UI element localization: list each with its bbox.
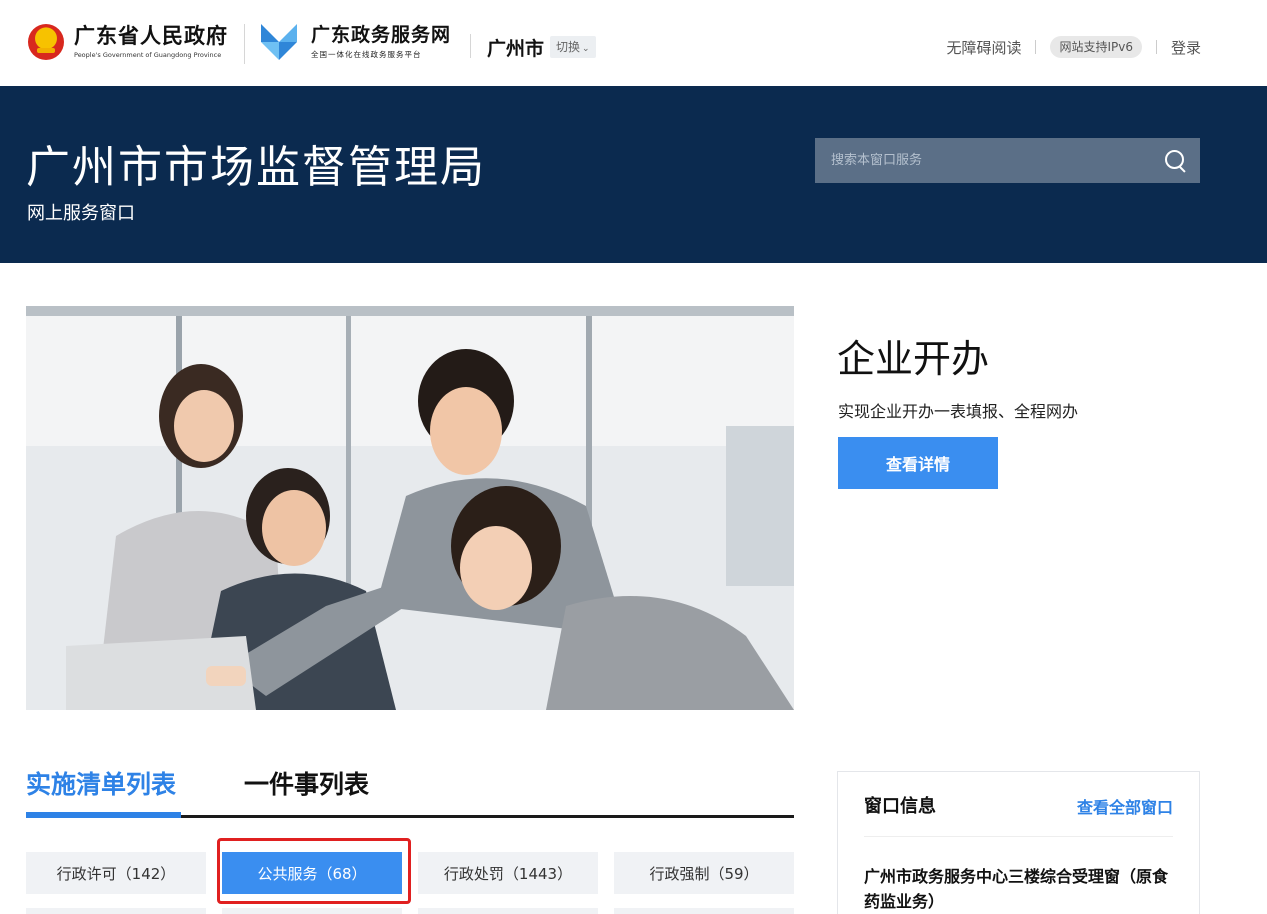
divider <box>244 24 245 64</box>
divider <box>1155 40 1157 54</box>
category-admin-penalty[interactable]: 行政处罚（1443） <box>418 852 598 894</box>
search-input[interactable] <box>815 138 1164 183</box>
divider <box>470 34 471 58</box>
office-team-photo <box>26 306 794 710</box>
window-search <box>815 138 1200 183</box>
category-row-partial <box>418 908 598 914</box>
platform-title: 广东政务服务网 <box>311 23 452 46</box>
tab-one-thing-list[interactable]: 一件事列表 <box>244 768 369 802</box>
top-links: 无障碍阅读 网站支持IPv6 登录 <box>946 36 1201 58</box>
org-title: 广州市市场监督管理局 <box>26 142 486 193</box>
divider <box>864 836 1173 837</box>
hero-description: 实现企业开办一表填报、全程网办 <box>838 402 1079 421</box>
hero-title: 企业开办 <box>837 337 990 381</box>
active-tab-indicator <box>26 812 181 818</box>
window-list-item[interactable]: 广州市政务服务中心三楼综合受理窗（原食药监业务） <box>864 864 1177 914</box>
city-name: 广州市 <box>487 38 545 60</box>
gov-emblem-icon <box>28 24 64 60</box>
chevron-down-icon: ⌄ <box>582 44 590 54</box>
city-switch-button[interactable]: 切换 ⌄ <box>550 36 596 58</box>
gov-logo[interactable]: 广东省人民政府 People's Government of Guangdong… <box>28 24 228 60</box>
platform-logo[interactable]: 广东政务服务网 全国一体化在线政务服务平台 <box>261 24 451 60</box>
switch-label: 切换 <box>556 40 581 54</box>
view-details-button[interactable]: 查看详情 <box>838 437 998 489</box>
gov-title: 广东省人民政府 <box>74 23 228 48</box>
gov-subtitle: People's Government of Guangdong Provinc… <box>74 50 222 59</box>
tab-implementation-list[interactable]: 实施清单列表 <box>26 768 176 802</box>
top-header: 广东省人民政府 People's Government of Guangdong… <box>0 0 1267 86</box>
category-admin-enforcement[interactable]: 行政强制（59） <box>614 852 794 894</box>
platform-subtitle: 全国一体化在线政务服务平台 <box>311 49 422 59</box>
category-row-partial <box>26 908 206 914</box>
category-admin-license[interactable]: 行政许可（142） <box>26 852 206 894</box>
view-all-windows-link[interactable]: 查看全部窗口 <box>1077 794 1173 818</box>
divider <box>1035 40 1037 54</box>
org-banner: 广州市市场监督管理局 网上服务窗口 <box>0 86 1267 263</box>
list-tabs: 实施清单列表 一件事列表 <box>26 768 794 818</box>
ipv6-badge: 网站支持IPv6 <box>1050 36 1142 58</box>
category-public-service[interactable]: 公共服务（68） <box>222 852 402 894</box>
login-link[interactable]: 登录 <box>1171 37 1201 58</box>
org-subtitle: 网上服务窗口 <box>27 203 135 224</box>
category-row-partial <box>614 908 794 914</box>
search-icon[interactable] <box>1164 149 1188 173</box>
accessibility-link[interactable]: 无障碍阅读 <box>946 37 1021 58</box>
window-info-card: 窗口信息 查看全部窗口 广州市政务服务中心三楼综合受理窗（原食药监业务） <box>837 771 1200 914</box>
hero-image[interactable] <box>26 306 794 710</box>
category-row-partial <box>222 908 402 914</box>
window-info-title: 窗口信息 <box>864 796 936 817</box>
pinwheel-logo-icon <box>261 24 297 60</box>
